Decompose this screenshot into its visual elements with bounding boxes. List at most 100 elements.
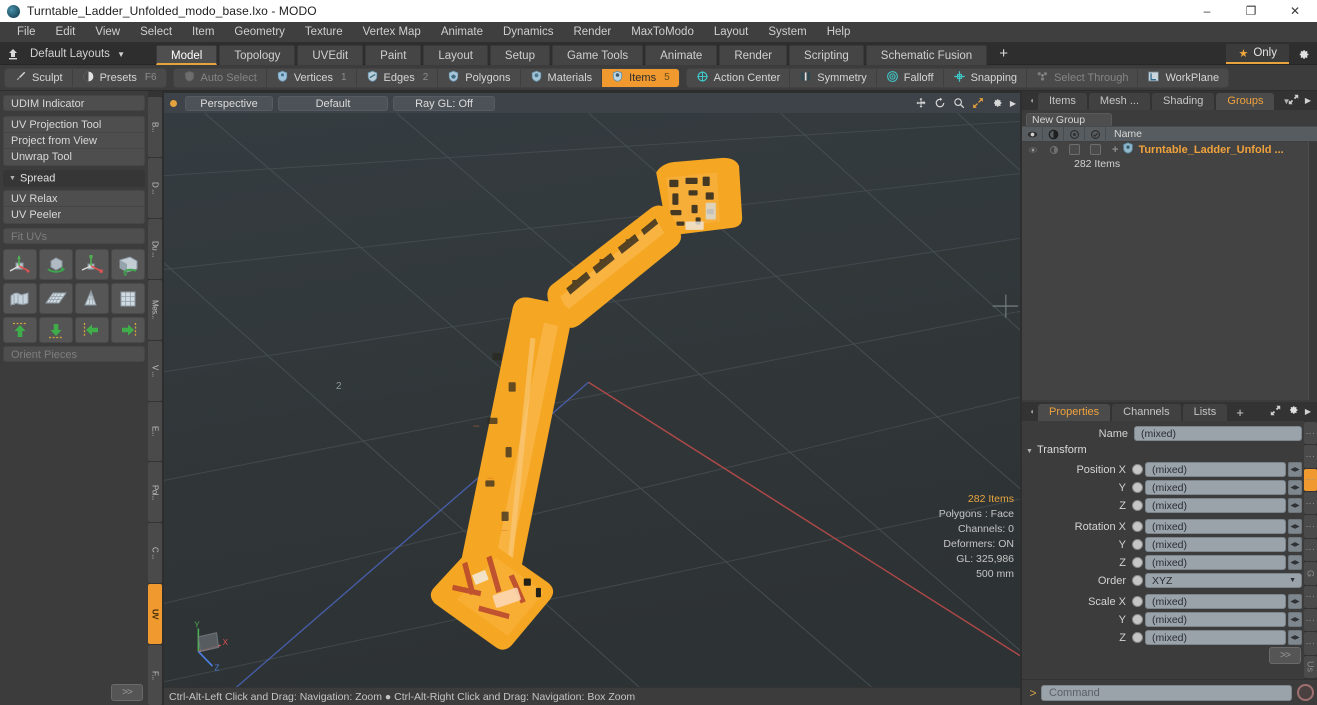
property-channel-dot[interactable] bbox=[1132, 632, 1143, 643]
layout-tab-game-tools[interactable]: Game Tools bbox=[551, 44, 644, 65]
properties-vertical-tab-10[interactable]: Us bbox=[1304, 655, 1317, 678]
row-select-checkbox[interactable] bbox=[1085, 144, 1106, 155]
menu-item-animate[interactable]: Animate bbox=[431, 22, 493, 43]
render-icon[interactable] bbox=[1043, 126, 1064, 142]
mode-button-falloff[interactable]: Falloff bbox=[877, 68, 944, 87]
vertical-tab-9[interactable]: F... bbox=[148, 645, 162, 705]
uv-grid-icon[interactable] bbox=[39, 283, 73, 314]
group-item-row[interactable]: + Turntable_Ladder_Unfold ... bbox=[1106, 142, 1284, 157]
property-channel-dot[interactable] bbox=[1132, 557, 1143, 568]
tool-row-uv-projection-tool[interactable]: UV Projection Tool bbox=[4, 117, 144, 133]
mode-button-items[interactable]: Items 5 bbox=[602, 68, 679, 87]
shading-mode-button[interactable]: Default bbox=[278, 95, 388, 111]
property-spinner[interactable]: ◀▶ bbox=[1288, 462, 1302, 477]
close-button[interactable]: ✕ bbox=[1273, 0, 1317, 22]
properties-menu-arrow-icon[interactable]: ◖ bbox=[1026, 402, 1038, 421]
layout-tab-model[interactable]: Model bbox=[156, 44, 218, 65]
mode-button-vertices[interactable]: Vertices 1 bbox=[267, 68, 357, 87]
property-spinner[interactable]: ◀▶ bbox=[1288, 612, 1302, 627]
properties-vertical-tab-8[interactable]: ⋮ bbox=[1304, 608, 1317, 632]
property-channel-dot[interactable] bbox=[1132, 521, 1143, 532]
menu-item-layout[interactable]: Layout bbox=[704, 22, 759, 43]
menu-item-maxtomodo[interactable]: MaxToModo bbox=[621, 22, 704, 43]
uv-rotate-icon[interactable] bbox=[39, 249, 73, 280]
panel-tab-groups[interactable]: Groups bbox=[1216, 93, 1275, 110]
properties-more-arrow-icon[interactable]: ▶ bbox=[1305, 407, 1311, 416]
add-layout-tab-button[interactable]: + bbox=[989, 45, 1018, 65]
udim-indicator-row[interactable]: UDIM Indicator bbox=[3, 95, 145, 111]
lock-icon[interactable] bbox=[1064, 126, 1085, 142]
panel-tab-shading[interactable]: Shading bbox=[1152, 93, 1215, 110]
arrow-up-icon[interactable] bbox=[3, 317, 37, 343]
more-icon[interactable]: ▶ bbox=[1010, 99, 1016, 108]
layout-tab-uvedit[interactable]: UVEdit bbox=[297, 44, 364, 65]
property-channel-dot[interactable] bbox=[1132, 575, 1143, 586]
new-group-button[interactable]: New Group bbox=[1026, 113, 1112, 127]
menu-item-texture[interactable]: Texture bbox=[295, 22, 353, 43]
property-input[interactable]: (mixed) bbox=[1145, 462, 1286, 477]
vertical-tab-4[interactable]: V ... bbox=[148, 340, 162, 401]
tool-row-project-from-view[interactable]: Project from View bbox=[4, 133, 144, 149]
mode-button-select-through[interactable]: Select Through bbox=[1027, 68, 1139, 87]
vertical-tab-6[interactable]: Pol... bbox=[148, 462, 162, 523]
property-channel-dot[interactable] bbox=[1132, 596, 1143, 607]
menu-item-render[interactable]: Render bbox=[563, 22, 621, 43]
property-channel-dot[interactable] bbox=[1132, 482, 1143, 493]
add-properties-tab-button[interactable]: + bbox=[1229, 404, 1251, 421]
default-layouts-dropdown[interactable]: Default Layouts ▼ bbox=[26, 43, 156, 65]
menu-item-system[interactable]: System bbox=[758, 22, 816, 43]
eye-icon[interactable] bbox=[1022, 126, 1043, 142]
uv-flip-icon[interactable] bbox=[111, 249, 145, 280]
view-mode-button[interactable]: Perspective bbox=[185, 95, 273, 111]
mode-button-presets[interactable]: Presets F6 bbox=[73, 69, 166, 87]
properties-vertical-tab-7[interactable]: ⋮ bbox=[1304, 585, 1317, 608]
vertical-tab-2[interactable]: Du ... bbox=[148, 218, 162, 279]
property-spinner[interactable]: ◀▶ bbox=[1288, 480, 1302, 495]
expand-plus-icon[interactable]: + bbox=[1112, 144, 1118, 156]
properties-tab-channels[interactable]: Channels bbox=[1112, 404, 1181, 421]
vertical-tab-3[interactable]: Mes... bbox=[148, 279, 162, 340]
left-panel-expand-button[interactable]: >> bbox=[111, 684, 143, 701]
property-input[interactable]: (mixed) bbox=[1145, 555, 1286, 570]
property-spinner[interactable]: ◀▶ bbox=[1288, 555, 1302, 570]
maximize-button[interactable]: ❐ bbox=[1229, 0, 1273, 22]
menu-item-item[interactable]: Item bbox=[182, 22, 224, 43]
orient-pieces-row[interactable]: Orient Pieces bbox=[3, 346, 145, 362]
rotate-icon[interactable] bbox=[934, 97, 946, 109]
vertical-tab-5[interactable]: E... bbox=[148, 401, 162, 462]
only-toggle-button[interactable]: ★ Only bbox=[1226, 44, 1289, 64]
name-input[interactable]: (mixed) bbox=[1134, 426, 1302, 441]
menu-item-vertex-map[interactable]: Vertex Map bbox=[353, 22, 431, 43]
fit-icon[interactable] bbox=[972, 97, 984, 109]
pan-icon[interactable] bbox=[915, 97, 927, 109]
preferences-gear-icon[interactable] bbox=[1289, 43, 1317, 65]
vertical-tab-8[interactable]: UV bbox=[148, 584, 162, 645]
settings-icon[interactable] bbox=[991, 97, 1003, 109]
select-icon[interactable] bbox=[1085, 126, 1106, 142]
property-input[interactable]: (mixed) bbox=[1145, 630, 1286, 645]
properties-tab-properties[interactable]: Properties bbox=[1038, 404, 1111, 421]
layout-tab-setup[interactable]: Setup bbox=[489, 44, 550, 65]
property-channel-dot[interactable] bbox=[1132, 500, 1143, 511]
mode-button-polygons[interactable]: Polygons bbox=[438, 68, 521, 87]
layout-tab-schematic-fusion[interactable]: Schematic Fusion bbox=[865, 44, 988, 65]
mode-button-edges[interactable]: Edges 2 bbox=[357, 68, 439, 87]
properties-vertical-tab-3[interactable]: ⋮ bbox=[1304, 492, 1317, 515]
panel-menu-arrow-icon[interactable]: ◖ bbox=[1026, 91, 1038, 110]
properties-vertical-tab-5[interactable]: ⋮ bbox=[1304, 538, 1317, 562]
properties-vertical-tab-0[interactable]: ⋮ bbox=[1304, 422, 1317, 445]
tool-row-uv-relax[interactable]: UV Relax bbox=[4, 191, 144, 207]
panel-more-arrow-icon[interactable]: ▶ bbox=[1305, 96, 1311, 105]
properties-expand-button[interactable]: >> bbox=[1269, 647, 1301, 664]
property-channel-dot[interactable] bbox=[1132, 539, 1143, 550]
arrow-right-icon[interactable] bbox=[111, 317, 145, 343]
properties-vertical-tab-1[interactable]: ⋮ bbox=[1304, 445, 1317, 468]
layout-tab-topology[interactable]: Topology bbox=[219, 44, 296, 65]
raygl-button[interactable]: Ray GL: Off bbox=[393, 95, 495, 111]
uv-scale-icon[interactable] bbox=[75, 249, 109, 280]
vertical-tab-0[interactable]: B... bbox=[148, 97, 162, 157]
properties-vertical-tab-4[interactable]: ⋮ bbox=[1304, 515, 1317, 538]
menu-item-file[interactable]: File bbox=[7, 22, 46, 43]
group-list-scrollbar[interactable] bbox=[1308, 142, 1317, 400]
panel-tab-mesh-[interactable]: Mesh ... bbox=[1088, 93, 1151, 110]
